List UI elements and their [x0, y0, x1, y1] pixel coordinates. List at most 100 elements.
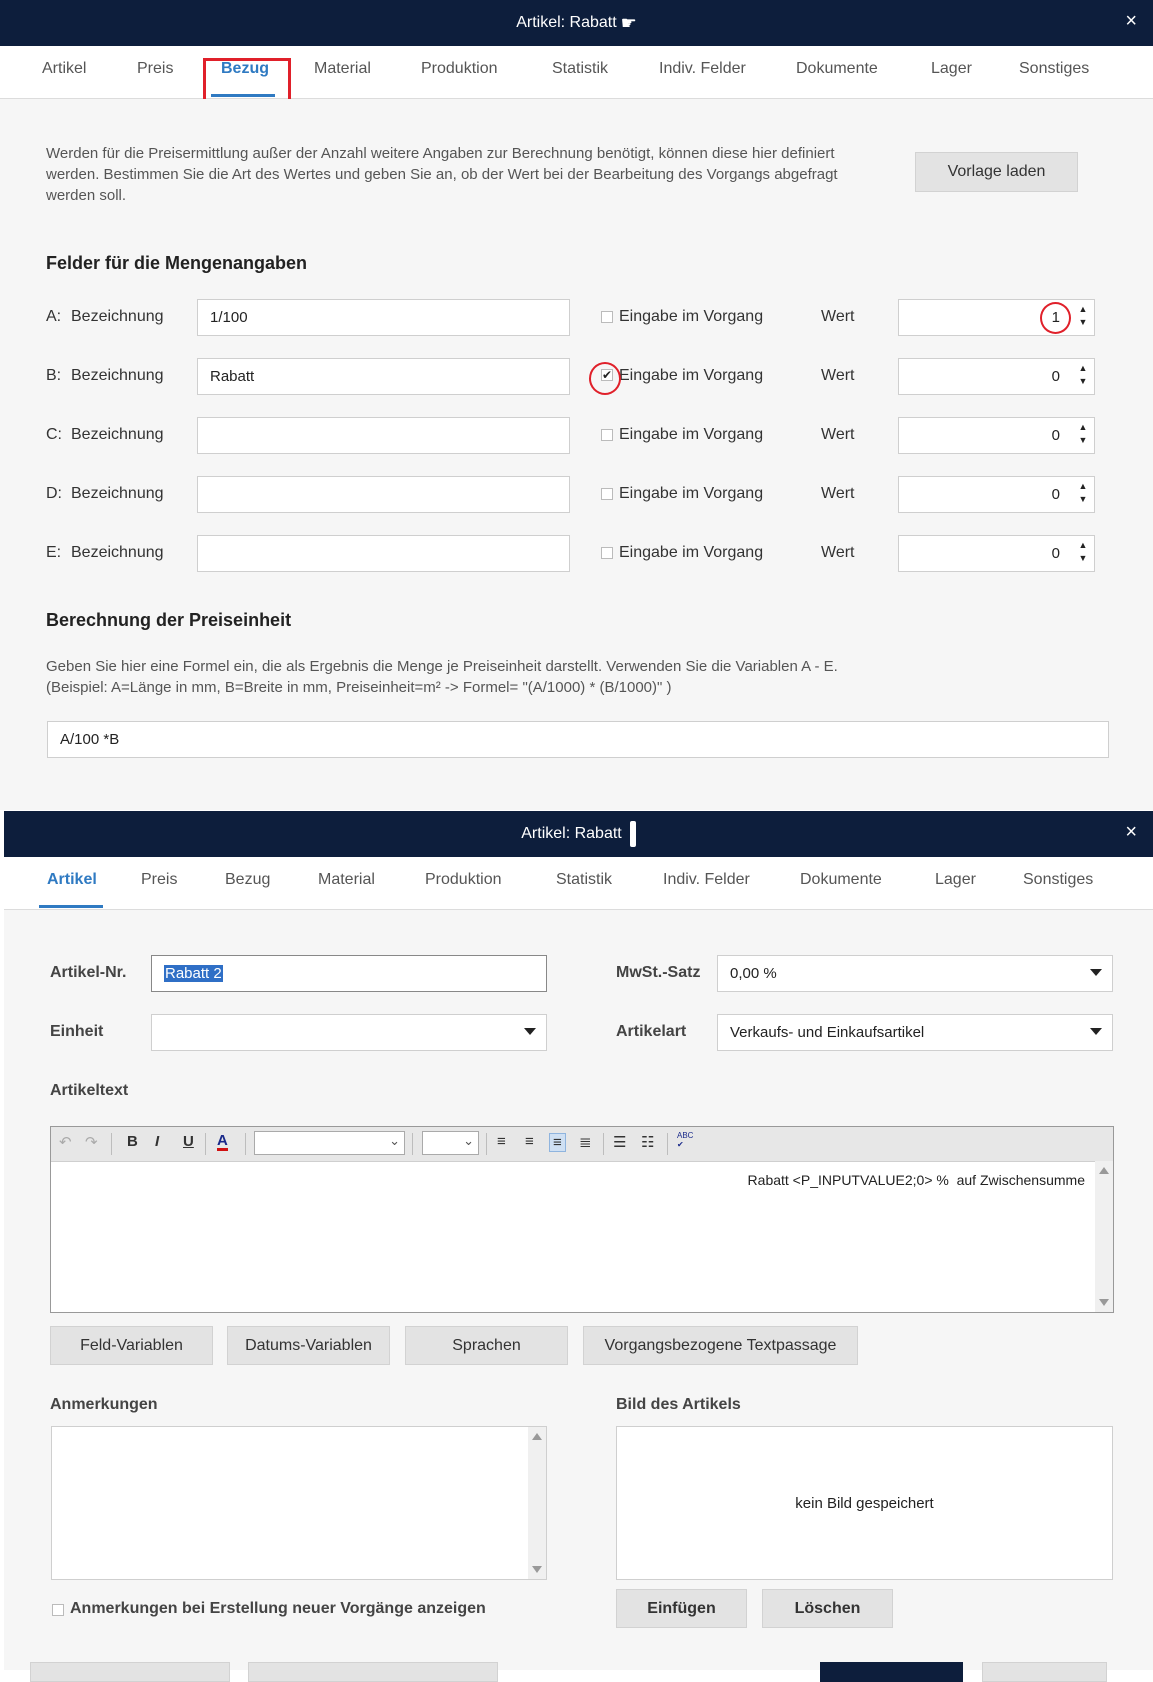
row-label: Bezeichnung	[71, 308, 164, 325]
name-input-d[interactable]	[197, 476, 570, 513]
tab-sonstiges[interactable]: Sonstiges	[1023, 871, 1093, 889]
article-text-editor[interactable]: ↶ ↷ B I U A ⌄ ⌄ ≡ ≡ ≡ ≣ ☰ ☷ ABC ✔ Rabatt …	[50, 1126, 1114, 1313]
value-label: Wert	[821, 426, 855, 443]
footer-button-1[interactable]	[30, 1662, 230, 1682]
checkbox-d[interactable]	[601, 488, 613, 500]
chevron-down-icon	[1090, 969, 1102, 976]
bold-icon[interactable]: B	[127, 1133, 138, 1150]
underline-icon[interactable]: U	[183, 1133, 194, 1150]
name-input-b[interactable]: Rabatt	[197, 358, 570, 395]
align-right-icon[interactable]: ≡	[549, 1133, 566, 1152]
value-input-d[interactable]: 0	[898, 476, 1095, 513]
value-input-b[interactable]: 0	[898, 358, 1095, 395]
tab-material[interactable]: Material	[314, 60, 371, 78]
template-button[interactable]: Vorlage laden	[915, 152, 1078, 192]
article-no-value: Rabatt 2	[164, 965, 223, 982]
bullet-list-icon[interactable]: ☰	[613, 1133, 626, 1151]
calc-text: Geben Sie hier eine Formel ein, die als …	[46, 658, 838, 696]
calc-heading: Berechnung der Preiseinheit	[46, 610, 292, 630]
insert-button[interactable]: Einfügen	[616, 1589, 747, 1628]
footer-button-3[interactable]	[982, 1662, 1107, 1682]
numbered-list-icon[interactable]: ☷	[641, 1133, 654, 1151]
tab-produktion[interactable]: Produktion	[421, 60, 498, 78]
button-label: Sprachen	[452, 1336, 521, 1354]
notes-textarea[interactable]	[51, 1426, 547, 1580]
tab-sonstiges[interactable]: Sonstiges	[1019, 60, 1089, 78]
undo-icon[interactable]: ↶	[59, 1133, 72, 1151]
type-select[interactable]: Verkaufs- und Einkaufsartikel	[717, 1014, 1113, 1051]
row-label: Bezeichnung	[71, 544, 164, 561]
align-center-icon[interactable]: ≡	[525, 1133, 534, 1150]
tab-material[interactable]: Material	[318, 871, 375, 889]
row-key: C:	[46, 426, 62, 443]
tab-preis[interactable]: Preis	[137, 60, 173, 78]
spin-arrows-icon[interactable]: ▲ ▼	[1078, 421, 1088, 447]
checkbox-label: Eingabe im Vorgang	[619, 544, 764, 561]
name-input-a[interactable]: 1/100	[197, 299, 570, 336]
footer-primary-button[interactable]	[820, 1662, 963, 1682]
checkbox-a[interactable]	[601, 311, 613, 323]
tab-lager[interactable]: Lager	[931, 60, 972, 78]
button-label: Datums-Variablen	[245, 1336, 372, 1354]
window2-tabbar: Artikel Preis Bezug Material Produktion …	[4, 857, 1153, 910]
tab-indiv-felder[interactable]: Indiv. Felder	[663, 871, 750, 889]
window1-titlebar: Artikel: Rabatt ☛ ×	[0, 0, 1153, 46]
font-size-select[interactable]: ⌄	[422, 1131, 479, 1155]
checkbox-e[interactable]	[601, 547, 613, 559]
tab-artikel[interactable]: Artikel	[47, 871, 97, 889]
scroll-down-icon[interactable]	[532, 1566, 542, 1573]
value-input-c[interactable]: 0	[898, 417, 1095, 454]
tab-preis[interactable]: Preis	[141, 871, 177, 889]
align-left-icon[interactable]: ≡	[497, 1133, 506, 1150]
article-image-box: kein Bild gespeichert	[616, 1426, 1113, 1580]
spin-arrows-icon[interactable]: ▲ ▼	[1078, 362, 1088, 388]
window2-titlebar: Artikel: Rabatt ×	[4, 811, 1153, 857]
checkbox-c[interactable]	[601, 429, 613, 441]
scroll-up-icon[interactable]	[1099, 1167, 1109, 1174]
formula-input[interactable]: A/100 *B	[47, 721, 1109, 758]
tab-statistik[interactable]: Statistik	[552, 60, 608, 78]
spellcheck-icon[interactable]: ABC ✔	[677, 1131, 693, 1149]
font-color-icon[interactable]: A	[217, 1133, 228, 1151]
languages-button[interactable]: Sprachen	[405, 1326, 568, 1365]
editor-scrollbar[interactable]	[1095, 1161, 1113, 1312]
notes-checkbox[interactable]	[52, 1604, 64, 1616]
unit-select[interactable]	[151, 1014, 547, 1051]
type-value: Verkaufs- und Einkaufsartikel	[730, 1024, 925, 1041]
chevron-down-icon: ⌄	[389, 1133, 400, 1148]
align-justify-icon[interactable]: ≣	[579, 1133, 592, 1151]
tab-lager[interactable]: Lager	[935, 871, 976, 889]
spin-arrows-icon[interactable]: ▲ ▼	[1078, 539, 1088, 565]
close-icon[interactable]: ×	[1125, 10, 1137, 33]
field-variables-button[interactable]: Feld-Variablen	[50, 1326, 213, 1365]
article-no-input[interactable]: Rabatt 2	[151, 955, 547, 992]
tab-bezug[interactable]: Bezug	[225, 871, 270, 889]
scroll-up-icon[interactable]	[532, 1433, 542, 1440]
date-variables-button[interactable]: Datums-Variablen	[227, 1326, 390, 1365]
row-key: E:	[46, 544, 62, 561]
tab-statistik[interactable]: Statistik	[556, 871, 612, 889]
spin-arrows-icon[interactable]: ▲ ▼	[1078, 480, 1088, 506]
value-input-e[interactable]: 0	[898, 535, 1095, 572]
tab-dokumente[interactable]: Dokumente	[800, 871, 882, 889]
tab-indiv-felder[interactable]: Indiv. Felder	[659, 60, 746, 78]
row-label: Bezeichnung	[71, 367, 164, 384]
spin-arrows-icon[interactable]: ▲ ▼	[1078, 303, 1088, 329]
name-input-e[interactable]	[197, 535, 570, 572]
redo-icon[interactable]: ↷	[85, 1133, 98, 1151]
vat-select[interactable]: 0,00 %	[717, 955, 1113, 992]
checkbox-label: Eingabe im Vorgang	[619, 426, 764, 443]
notes-scrollbar[interactable]	[528, 1427, 546, 1579]
tab-dokumente[interactable]: Dokumente	[796, 60, 878, 78]
scroll-down-icon[interactable]	[1099, 1299, 1109, 1306]
text-label: Artikeltext	[50, 1082, 129, 1099]
italic-icon[interactable]: I	[155, 1133, 159, 1150]
font-family-select[interactable]: ⌄	[254, 1131, 405, 1155]
text-passage-button[interactable]: Vorgangsbezogene Textpassage	[583, 1326, 858, 1365]
delete-button[interactable]: Löschen	[762, 1589, 893, 1628]
name-input-c[interactable]	[197, 417, 570, 454]
footer-button-2[interactable]	[248, 1662, 498, 1682]
close-icon[interactable]: ×	[1125, 821, 1137, 844]
tab-artikel[interactable]: Artikel	[42, 60, 86, 78]
tab-produktion[interactable]: Produktion	[425, 871, 502, 889]
